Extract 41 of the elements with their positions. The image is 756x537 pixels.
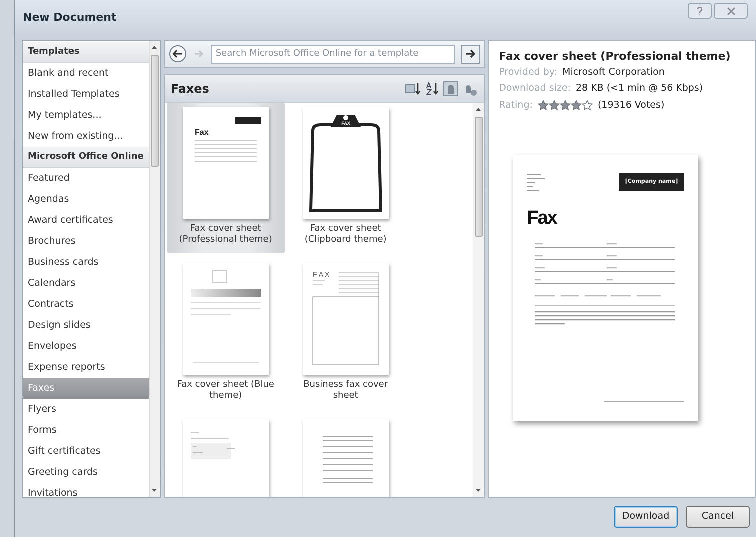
sidebar-item[interactable]: My templates... — [23, 105, 149, 126]
sidebar-item[interactable]: Calendars — [23, 273, 149, 294]
template-tile[interactable]: Fax Fax cover sheet (Professional theme) — [166, 103, 285, 253]
size-label: Download size: — [499, 82, 571, 96]
provider-value: Microsoft Corporation — [562, 66, 665, 80]
sidebar-item[interactable]: Brochures — [23, 231, 149, 252]
sidebar-item[interactable]: New from existing... — [23, 126, 149, 147]
thumbnail-heading: Fax — [194, 128, 209, 137]
window-title: New Document — [23, 10, 117, 26]
size-value: 28 KB (<1 min @ 56 Kbps) — [576, 82, 704, 96]
sidebar-item[interactable]: Forms — [23, 420, 149, 441]
template-tile[interactable]: Fax cover sheet (Blue theme) — [166, 259, 285, 409]
rating-label: Rating: — [499, 98, 533, 112]
sidebar-item[interactable]: Business cards — [23, 252, 149, 273]
sidebar-item[interactable]: Greeting cards — [23, 462, 149, 483]
provider-label: Provided by: — [499, 66, 558, 80]
sidebar-item[interactable]: Featured — [23, 168, 149, 189]
sidebar-item[interactable]: Award certificates — [23, 210, 149, 231]
template-caption: Business fax cover sheet — [302, 380, 390, 402]
search-field[interactable]: Search Microsoft Office Online for a template — [210, 44, 456, 64]
sidebar-item[interactable]: Gift certificates — [23, 441, 149, 462]
sidebar-item[interactable]: Flyers — [23, 399, 149, 420]
template-caption: Fax cover sheet (Blue theme) — [176, 380, 276, 402]
sidebar-item[interactable]: Expense reports — [23, 357, 149, 378]
template-title: Fax cover sheet (Professional theme) — [499, 49, 732, 64]
sidebar-item[interactable]: Installed Templates — [23, 84, 149, 105]
sidebar-item[interactable]: Envelopes — [23, 336, 149, 357]
sidebar-heading: Microsoft Office Online — [23, 147, 149, 168]
sidebar-item[interactable]: Invitations — [23, 483, 149, 497]
fax-heading: Fax — [527, 208, 558, 228]
votes-count: (19316 Votes) — [598, 98, 665, 112]
sidebar-item[interactable]: Contracts — [23, 294, 149, 315]
template-caption: Fax cover sheet (Professional theme) — [178, 224, 274, 246]
template-caption: Fax cover sheet (Clipboard theme) — [304, 224, 388, 246]
gallery-title: Faxes — [170, 80, 210, 98]
sidebar-item[interactable]: Agendas — [23, 189, 149, 210]
dialog-button[interactable]: Cancel — [686, 506, 750, 528]
sidebar-item[interactable]: Design slides — [23, 315, 149, 336]
sidebar-heading: Templates — [23, 42, 149, 63]
sidebar-item[interactable]: Blank and recent — [23, 63, 149, 84]
dialog-button[interactable]: Download — [614, 506, 678, 528]
